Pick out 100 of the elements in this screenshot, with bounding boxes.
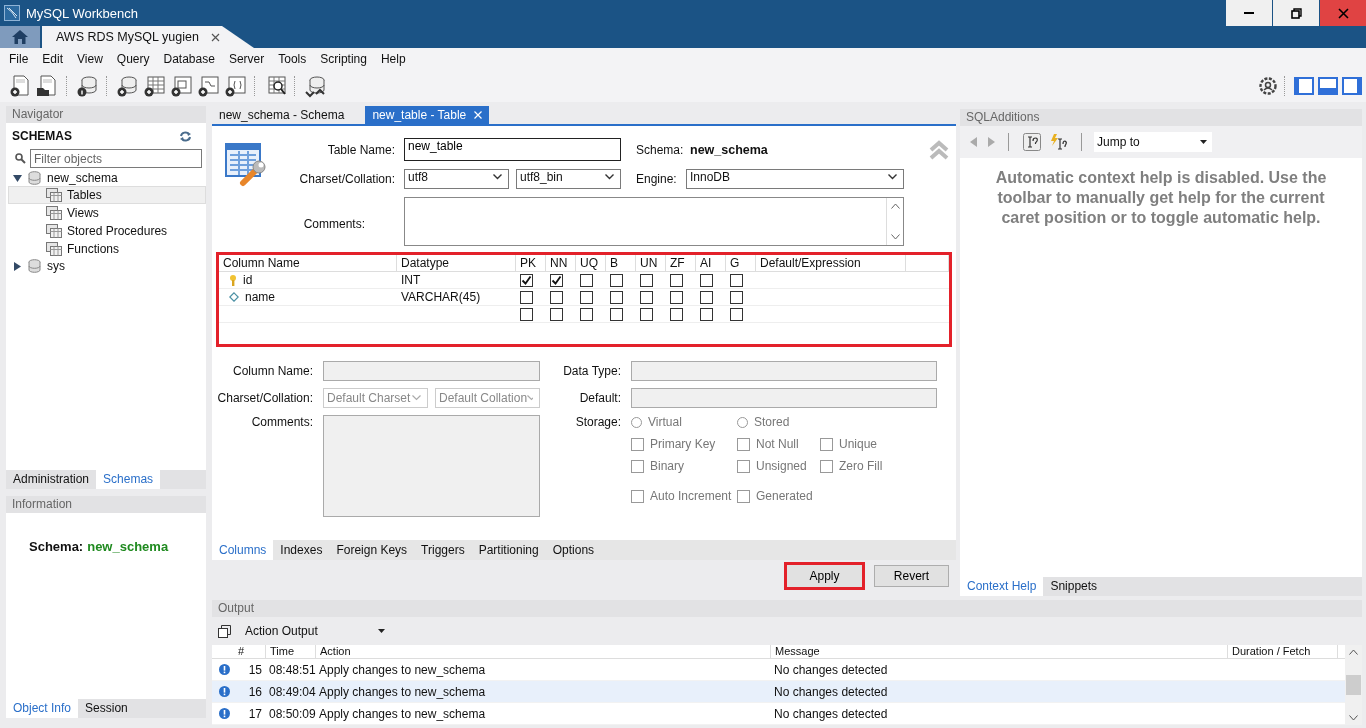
scroll-up-icon[interactable] — [890, 203, 900, 209]
tree-item[interactable]: Tables — [8, 186, 206, 204]
output-mode-dropdown[interactable]: Action Output — [241, 621, 389, 641]
panel-tab[interactable]: Snippets — [1043, 577, 1105, 596]
editor-tab[interactable]: new_schema - Schema — [212, 106, 352, 124]
checkbox[interactable] — [640, 290, 653, 304]
tree-item[interactable]: Functions — [8, 240, 206, 258]
revert-button[interactable]: Revert — [874, 565, 949, 587]
menu-item[interactable]: Server — [221, 52, 272, 66]
checkbox[interactable] — [580, 273, 593, 287]
column-header[interactable]: Column Name — [219, 255, 397, 271]
checkbox[interactable] — [610, 307, 623, 321]
home-tab[interactable] — [0, 26, 40, 48]
menu-item[interactable]: View — [70, 52, 110, 66]
tree-item[interactable]: Views — [8, 204, 206, 222]
checkbox[interactable] — [520, 273, 533, 287]
checkbox[interactable] — [700, 290, 713, 304]
panel-tab[interactable]: Object Info — [6, 699, 79, 718]
scroll-up-icon[interactable] — [1349, 649, 1358, 655]
column-header[interactable]: UN — [636, 255, 666, 271]
bottom-panel-icon[interactable] — [1318, 77, 1338, 95]
editor-subtab[interactable]: Columns — [212, 540, 274, 560]
checkbox[interactable] — [520, 290, 533, 304]
editor-subtab[interactable]: Options — [545, 540, 602, 560]
checkbox[interactable] — [550, 273, 563, 287]
checkbox[interactable] — [520, 307, 533, 321]
refresh-icon[interactable] — [179, 130, 192, 142]
panel-tab[interactable]: Schemas — [96, 470, 161, 489]
procedure-plus-icon[interactable] — [196, 74, 220, 98]
checkbox[interactable] — [610, 290, 623, 304]
menu-item[interactable]: Scripting — [313, 52, 374, 66]
menu-item[interactable]: Database — [156, 52, 222, 66]
checkbox[interactable] — [730, 307, 743, 321]
column-header[interactable]: ZF — [666, 255, 696, 271]
column-header[interactable]: AI — [696, 255, 726, 271]
checkbox[interactable] — [640, 307, 653, 321]
checkbox[interactable] — [700, 307, 713, 321]
column-header[interactable]: # — [234, 645, 266, 658]
collation-dropdown[interactable]: utf8_bin — [516, 169, 621, 189]
menu-item[interactable]: Tools — [271, 52, 314, 66]
auto-help-icon[interactable] — [1050, 133, 1068, 151]
menu-item[interactable]: Help — [373, 52, 413, 66]
apply-button[interactable]: Apply — [784, 562, 865, 590]
column-header[interactable]: Message — [771, 645, 1228, 658]
column-header[interactable]: Default/Expression — [756, 255, 906, 271]
checkbox[interactable] — [670, 290, 683, 304]
checkbox[interactable] — [550, 307, 563, 321]
filter-field[interactable]: Filter objects — [30, 149, 202, 168]
scroll-thumb[interactable] — [1346, 675, 1361, 695]
editor-subtab[interactable]: Foreign Keys — [329, 540, 415, 560]
charset-dropdown[interactable]: utf8 — [404, 169, 509, 189]
checkbox[interactable] — [730, 290, 743, 304]
connection-tab[interactable]: AWS RDS MySQL yugien — [42, 26, 254, 48]
engine-dropdown[interactable]: InnoDB — [686, 169, 904, 189]
help-cursor-icon[interactable] — [1023, 133, 1041, 151]
scrollbar[interactable] — [886, 198, 903, 245]
menu-item[interactable]: File — [2, 52, 36, 66]
column-header[interactable]: Duration / Fetch — [1228, 645, 1338, 658]
function-plus-icon[interactable] — [223, 74, 247, 98]
table-plus-icon[interactable] — [142, 74, 166, 98]
table-row[interactable]: 16 08:49:04 Apply changes to new_schema No changes detected — [212, 681, 1345, 703]
checkbox[interactable] — [550, 290, 563, 304]
checkbox[interactable] — [580, 290, 593, 304]
comments-field[interactable] — [404, 197, 904, 246]
editor-subtab[interactable]: Partitioning — [471, 540, 546, 560]
column-header[interactable]: PK — [516, 255, 546, 271]
collapsed-arrow-icon[interactable] — [13, 261, 22, 271]
view-plus-icon[interactable] — [169, 74, 193, 98]
schema-item[interactable]: new_schema — [47, 171, 118, 185]
copy-icon[interactable] — [218, 624, 231, 638]
schema-item[interactable]: sys — [47, 259, 65, 273]
column-header[interactable]: G — [726, 255, 756, 271]
checkbox[interactable] — [580, 307, 593, 321]
column-header[interactable]: Time — [266, 645, 316, 658]
editor-tab[interactable]: new_table - Table — [365, 106, 490, 124]
column-header[interactable]: UQ — [576, 255, 606, 271]
database-info-icon[interactable] — [75, 74, 99, 98]
checkbox[interactable] — [610, 273, 623, 287]
checkbox[interactable] — [700, 273, 713, 287]
sql-file-plus-icon[interactable] — [8, 74, 32, 98]
column-header[interactable]: B — [606, 255, 636, 271]
expanded-arrow-icon[interactable] — [13, 173, 22, 183]
scroll-down-icon[interactable] — [890, 234, 900, 240]
checkbox[interactable] — [640, 273, 653, 287]
menu-item[interactable]: Query — [109, 52, 157, 66]
right-panel-icon[interactable] — [1342, 77, 1362, 95]
column-header[interactable]: Action — [316, 645, 771, 658]
checkbox[interactable] — [670, 273, 683, 287]
menu-item[interactable]: Edit — [35, 52, 71, 66]
table-row[interactable]: 17 08:50:09 Apply changes to new_schema No changes detected — [212, 703, 1345, 725]
panel-tab[interactable]: Session — [78, 699, 135, 718]
column-header[interactable]: NN — [546, 255, 576, 271]
database-sync-icon[interactable] — [303, 74, 327, 98]
close-icon[interactable] — [210, 32, 220, 42]
editor-subtab[interactable]: Indexes — [273, 540, 330, 560]
scrollbar[interactable] — [1345, 645, 1362, 725]
panel-tab[interactable]: Administration — [6, 470, 97, 489]
database-plus-icon[interactable] — [115, 74, 139, 98]
scroll-down-icon[interactable] — [1349, 715, 1358, 721]
restore-button[interactable] — [1273, 0, 1319, 26]
